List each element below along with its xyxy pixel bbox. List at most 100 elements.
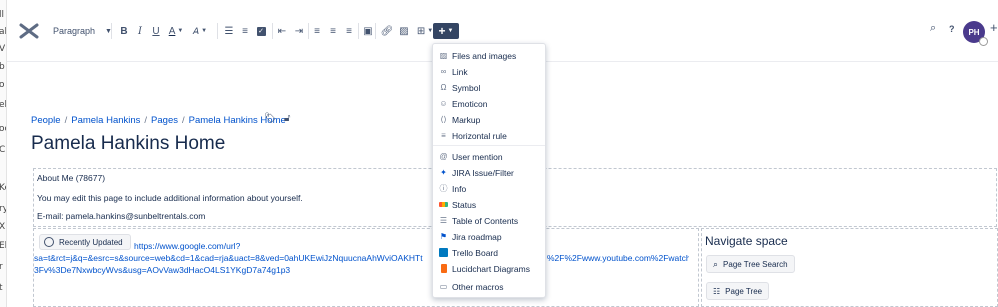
menu-item-trello-board[interactable]: Trello Board bbox=[433, 245, 545, 260]
align-left-icon[interactable]: ≡ bbox=[310, 22, 324, 40]
bold-button[interactable]: B bbox=[117, 22, 131, 40]
menu-item-horizontal-rule[interactable]: ≡ Horizontal rule bbox=[433, 128, 545, 143]
insert-more-menu: ▨ Files and images ∞ Link Ω Symbol ☺ Emo… bbox=[432, 43, 546, 298]
menu-item-jira-roadmap[interactable]: ⚑ Jira roadmap bbox=[433, 229, 545, 244]
strip-fragment: al bbox=[0, 27, 7, 37]
strip-fragment: Cl bbox=[0, 145, 6, 155]
breadcrumb-link-user[interactable]: Pamela Hankins bbox=[71, 115, 140, 126]
status-dot-icon bbox=[979, 37, 988, 46]
menu-divider bbox=[433, 145, 545, 146]
menu-item-label: User mention bbox=[452, 151, 503, 162]
recently-updated-column[interactable]: Recently Updated https://www.google.com/… bbox=[33, 228, 699, 307]
add-collaborator-icon[interactable]: + bbox=[990, 20, 998, 35]
menu-item-label: Files and images bbox=[452, 50, 517, 61]
url-segment-left: sa=t&rct=j&q=&esrc=s&source=web&cd=1&cad… bbox=[34, 253, 423, 263]
url-link[interactable]: https://www.google.com/url? bbox=[134, 241, 240, 251]
insert-more-button[interactable]: + ▼ bbox=[433, 23, 459, 39]
chevron-down-icon: ▼ bbox=[447, 28, 454, 34]
numbered-list-icon[interactable]: ≡ bbox=[238, 22, 252, 40]
menu-item-label: Trello Board bbox=[452, 247, 498, 258]
url-segment-right: %2F%2Fwww.youtube.com%2Fwatch% bbox=[547, 253, 689, 263]
page-tree-search-label: Page Tree Search bbox=[723, 259, 788, 269]
page-tree-search-button[interactable]: ⌕ Page Tree Search bbox=[706, 255, 795, 273]
label-tag-icon[interactable]: 🏷︎ bbox=[264, 113, 277, 124]
task-list-icon[interactable]: ✓ bbox=[254, 22, 268, 40]
underline-button[interactable]: U bbox=[149, 22, 163, 40]
align-right-icon[interactable]: ≡ bbox=[342, 22, 356, 40]
confluence-logo-icon[interactable] bbox=[19, 21, 39, 41]
align-center-icon[interactable]: ≡ bbox=[326, 22, 340, 40]
toc-icon: ☰ bbox=[439, 216, 448, 225]
breadcrumb-separator: / bbox=[144, 115, 148, 126]
breadcrumb-link-pages[interactable]: Pages bbox=[151, 115, 178, 126]
help-icon[interactable]: ? bbox=[949, 24, 955, 34]
avatar[interactable]: PH bbox=[963, 21, 988, 46]
toolbar-divider bbox=[308, 23, 309, 39]
restrictions-lock-icon[interactable]: 🔓︎ bbox=[284, 113, 290, 124]
macros-icon: ▭ bbox=[439, 282, 448, 291]
text-color-button[interactable]: A ▼ bbox=[165, 22, 187, 40]
text-format-button[interactable]: 𝘈 ▼ bbox=[189, 22, 211, 40]
strip-fragment: ry bbox=[0, 204, 6, 214]
menu-item-emoticon[interactable]: ☺ Emoticon bbox=[433, 96, 545, 111]
breadcrumb-separator: / bbox=[64, 115, 68, 126]
chevron-down-icon: ▼ bbox=[201, 28, 208, 34]
search-icon[interactable]: ⌕ bbox=[930, 22, 936, 35]
toolbar-divider bbox=[111, 23, 112, 39]
strip-fragment: Ke bbox=[0, 183, 6, 193]
text-color-label: A bbox=[168, 25, 176, 37]
recently-updated-label: Recently Updated bbox=[59, 237, 123, 247]
strip-fragment: t bbox=[0, 283, 3, 293]
strip-fragment: b bbox=[0, 62, 5, 72]
clock-icon bbox=[44, 237, 54, 247]
omega-icon: Ω bbox=[440, 83, 447, 92]
info-icon: ⓘ bbox=[439, 184, 448, 193]
link-icon[interactable]: 🔗︎ bbox=[380, 22, 394, 40]
layout-icon[interactable]: ▣ bbox=[361, 22, 375, 40]
text-format-icon: 𝘈 bbox=[192, 25, 200, 36]
strip-fragment: VI bbox=[0, 44, 6, 54]
left-edge-strip: ll al VI b o ele oc Cl Ke ry X El r t bbox=[0, 0, 7, 307]
recently-updated-macro[interactable]: Recently Updated bbox=[39, 234, 131, 250]
toolbar-divider bbox=[217, 23, 218, 39]
url-link-continued[interactable]: sa=t&rct=j&q=&esrc=s&source=web&cd=1&cad… bbox=[34, 253, 689, 263]
url-link-tail[interactable]: 3Fv%3De7NxwbcyWvs&usg=AOvVaw3dHacO4LS1YK… bbox=[34, 265, 290, 275]
indent-icon[interactable]: ⇥ bbox=[292, 22, 306, 40]
jira-icon: ✦ bbox=[440, 168, 447, 177]
navigate-space-column[interactable]: Navigate space ⌕ Page Tree Search ☷ Page… bbox=[701, 228, 998, 307]
menu-item-user-mention[interactable]: @ User mention bbox=[433, 149, 545, 164]
page-tree-button[interactable]: ☷ Page Tree bbox=[706, 282, 770, 300]
menu-item-lucidchart[interactable]: Lucidchart Diagrams bbox=[433, 261, 545, 276]
menu-item-label: JIRA Issue/Filter bbox=[452, 167, 514, 178]
menu-item-files-and-images[interactable]: ▨ Files and images bbox=[433, 48, 545, 63]
trello-icon bbox=[439, 248, 448, 257]
status-icon bbox=[439, 200, 448, 209]
menu-item-symbol[interactable]: Ω Symbol bbox=[433, 80, 545, 95]
bullet-list-icon[interactable]: ☰ bbox=[222, 22, 236, 40]
navigate-space-heading: Navigate space bbox=[705, 234, 788, 248]
menu-item-jira-issue[interactable]: ✦ JIRA Issue/Filter bbox=[433, 165, 545, 180]
italic-button[interactable]: I bbox=[133, 22, 147, 40]
toolbar-divider bbox=[358, 23, 359, 39]
menu-item-table-of-contents[interactable]: ☰ Table of Contents bbox=[433, 213, 545, 228]
page-title[interactable]: Pamela Hankins Home bbox=[31, 133, 225, 155]
strip-fragment: oc bbox=[0, 124, 6, 134]
image-icon[interactable]: ▨ bbox=[397, 22, 411, 40]
image-icon: ▨ bbox=[439, 51, 448, 60]
menu-item-link[interactable]: ∞ Link bbox=[433, 64, 545, 79]
strip-fragment: o bbox=[0, 80, 5, 90]
menu-item-other-macros[interactable]: ▭ Other macros bbox=[433, 279, 545, 294]
menu-item-label: Horizontal rule bbox=[452, 130, 507, 141]
breadcrumb-link-people[interactable]: People bbox=[31, 115, 61, 126]
braces-icon: ⟨⟩ bbox=[440, 115, 447, 124]
menu-item-label: Emoticon bbox=[452, 98, 488, 109]
menu-item-markup[interactable]: ⟨⟩ Markup bbox=[433, 112, 545, 127]
menu-item-label: Symbol bbox=[452, 82, 481, 93]
menu-item-status[interactable]: Status bbox=[433, 197, 545, 212]
menu-item-info[interactable]: ⓘ Info bbox=[433, 181, 545, 196]
table-icon: ⊞ bbox=[416, 25, 426, 37]
paragraph-style-dropdown[interactable]: Paragraph ▼ bbox=[53, 26, 112, 36]
outdent-icon[interactable]: ⇤ bbox=[275, 22, 289, 40]
lucidchart-icon bbox=[439, 264, 448, 273]
strip-fragment: El bbox=[0, 241, 7, 251]
